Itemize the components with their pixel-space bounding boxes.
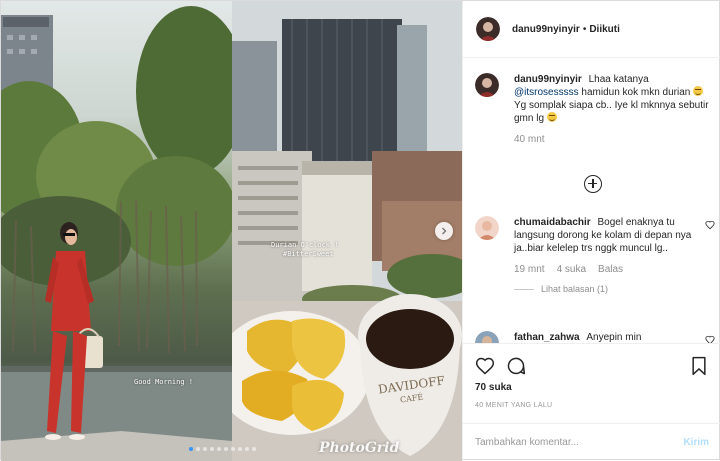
durian-coffee-illustration: DAVIDOFF CAFÉ: [232, 1, 462, 461]
chevron-right-icon: [442, 227, 447, 235]
post-sidebar: danu99nyinyir • Diikuti danu99nyinyir Lh…: [462, 1, 720, 461]
carousel-indicator: [189, 447, 256, 451]
comment-likes[interactable]: 4 suka: [557, 264, 586, 275]
caption-text-after: hamidun kok mkn durian: [581, 87, 691, 98]
divider: [514, 288, 534, 290]
comment-item: chumaidabachir Bogel enaknya tu langsung…: [475, 216, 715, 294]
photo-durian-coffee: DAVIDOFF CAFÉ: [232, 1, 462, 461]
avatar[interactable]: [475, 331, 499, 343]
follow-status-button[interactable]: Diikuti: [589, 24, 620, 35]
post-actions: 70 suka 40 MENIT YANG LALU: [463, 343, 720, 433]
caption-text: danu99nyinyir Lhaa katanya @itsrosesssss…: [514, 73, 715, 125]
caption-meta: 40 mnt: [514, 134, 715, 145]
caption-username[interactable]: danu99nyinyir: [514, 74, 585, 85]
comment-item: fathan_zahwa Anyepin min: [475, 331, 715, 343]
overlay-good-morning: Good Morning !: [134, 378, 194, 386]
comments-section[interactable]: danu99nyinyir Lhaa katanya @itsrosesssss…: [463, 59, 720, 343]
header-username[interactable]: danu99nyinyir: [512, 24, 580, 35]
post-media-carousel[interactable]: DAVIDOFF CAFÉ Good Morning ! Durian O'cl…: [1, 1, 462, 461]
comment-time: 19 mnt: [514, 264, 545, 275]
grinning-emoji-icon: [693, 86, 704, 96]
comment-text: chumaidabachir Bogel enaknya tu langsung…: [514, 216, 715, 255]
comment-username[interactable]: chumaidabachir: [514, 217, 593, 228]
comment-meta: 19 mnt 4 suka Balas: [514, 264, 715, 275]
carousel-dot: [189, 447, 193, 451]
comment-text: fathan_zahwa Anyepin min: [514, 331, 715, 343]
caption-line-2: Yg somplak siapa cb.. Iye kl mknnya sebu…: [514, 100, 709, 124]
comment-input[interactable]: [475, 437, 660, 448]
reply-button[interactable]: Balas: [598, 264, 623, 275]
add-comment-bar: Kirim: [463, 423, 720, 461]
photo-woman-garden: [1, 1, 232, 461]
comment-body: Anyepin min: [586, 332, 642, 343]
view-replies-button[interactable]: Lihat balasan (1): [514, 284, 715, 294]
heart-icon[interactable]: [475, 356, 495, 376]
overlay-hashtag: #BitterSweet: [283, 250, 334, 258]
carousel-dot: [196, 447, 200, 451]
avatar-image: [475, 331, 499, 343]
avatar[interactable]: [475, 216, 499, 240]
load-more-comments-button[interactable]: [584, 175, 602, 193]
send-comment-button[interactable]: Kirim: [683, 437, 709, 448]
carousel-dot: [252, 447, 256, 451]
avatar-image: [476, 17, 500, 41]
comment-username[interactable]: fathan_zahwa: [514, 332, 582, 343]
carousel-dot: [231, 447, 235, 451]
comment-icon[interactable]: [506, 356, 526, 376]
carousel-dot: [224, 447, 228, 451]
post-timestamp: 40 MENIT YANG LALU: [475, 402, 553, 409]
caption-text-before: Lhaa katanya: [588, 74, 649, 85]
caption-time: 40 mnt: [514, 134, 545, 145]
post-header: danu99nyinyir • Diikuti: [463, 1, 720, 58]
carousel-dot: [238, 447, 242, 451]
grinning-emoji-icon: [546, 112, 557, 122]
woman-garden-illustration: [1, 1, 232, 461]
caption-comment: danu99nyinyir Lhaa katanya @itsrosesssss…: [475, 73, 715, 145]
carousel-dot: [245, 447, 249, 451]
avatar-image: [475, 73, 499, 97]
avatar[interactable]: [476, 17, 500, 41]
photogrid-watermark: PhotoGrid: [319, 440, 400, 456]
avatar-image: [475, 216, 499, 240]
carousel-dot: [210, 447, 214, 451]
bookmark-icon[interactable]: [689, 356, 709, 376]
header-separator: •: [582, 23, 587, 35]
view-replies-label: Lihat balasan (1): [541, 284, 609, 294]
avatar[interactable]: [475, 73, 499, 97]
carousel-dot: [203, 447, 207, 451]
heart-icon[interactable]: [705, 220, 715, 230]
heart-icon[interactable]: [705, 335, 715, 343]
carousel-dot: [217, 447, 221, 451]
caption-mention[interactable]: @itsrosesssss: [514, 87, 579, 98]
likes-count[interactable]: 70 suka: [475, 382, 512, 393]
next-slide-button[interactable]: [435, 222, 453, 240]
instagram-post: DAVIDOFF CAFÉ Good Morning ! Durian O'cl…: [0, 0, 720, 461]
